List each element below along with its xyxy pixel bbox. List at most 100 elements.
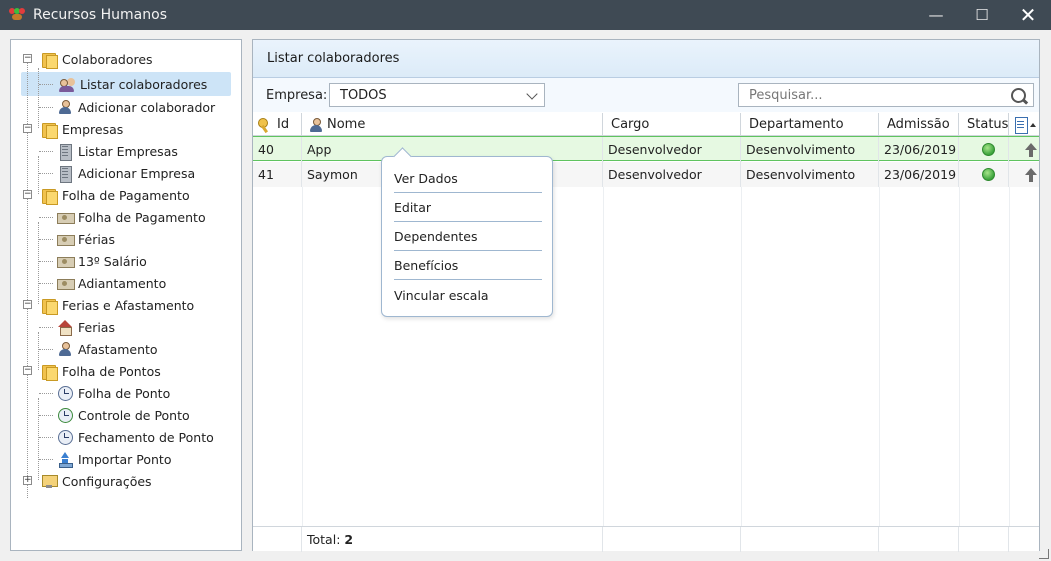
filter-toolbar: Empresa: TODOS (253, 78, 1039, 112)
folder-icon (41, 51, 58, 69)
cell-id: 40 (253, 137, 302, 162)
column-header-departamento[interactable]: Departamento (741, 113, 879, 136)
total-count: Total: 2 (302, 527, 603, 552)
empresa-select-value: TODOS (340, 87, 387, 103)
cell-id: 41 (253, 162, 302, 187)
resize-grip[interactable] (1039, 549, 1049, 559)
chevron-down-icon (526, 88, 538, 100)
tree-item-importar-ponto[interactable]: Importar Ponto (57, 448, 171, 470)
empresa-select[interactable]: TODOS (329, 83, 545, 107)
cell-cargo: Desenvolvedor (603, 162, 741, 187)
tree-item-fechamento-ponto[interactable]: Fechamento de Ponto (57, 426, 214, 448)
user-icon (57, 341, 73, 357)
tree-item-adicionar-colaborador[interactable]: Adicionar colaborador (57, 96, 215, 118)
column-header-id[interactable]: Id (253, 113, 302, 136)
tree-item-ferias-pagamento[interactable]: Férias (57, 228, 115, 250)
tree-item-listar-colaboradores[interactable]: Listar colaboradores (59, 73, 207, 95)
document-icon (1014, 116, 1030, 134)
tree-item-afastamento[interactable]: Afastamento (57, 338, 158, 360)
cell-departamento: Desenvolvimento (741, 137, 879, 162)
tree-item-ferias[interactable]: Ferias (57, 316, 115, 338)
column-header-cargo[interactable]: Cargo (603, 113, 741, 136)
money-icon (57, 231, 75, 247)
tree-group-folha-pagamento[interactable]: Folha de Pagamento (41, 184, 190, 206)
folder-icon (41, 297, 58, 315)
app-icon (9, 8, 25, 22)
table-row[interactable]: 40 App Desenvolvedor Desenvolvimento 23/… (253, 136, 1039, 162)
context-menu: Ver Dados Editar Dependentes Benefícios … (381, 156, 553, 317)
arrow-up-icon[interactable] (1024, 167, 1038, 182)
money-icon (57, 253, 75, 269)
cell-action (1009, 137, 1039, 162)
menu-item-vincular-escala[interactable]: Vincular escala (394, 281, 542, 309)
navigation-tree: − Colaboradores Listar colaboradores Adi… (10, 39, 242, 551)
collapse-ferias-afastamento-toggle[interactable]: − (23, 300, 32, 309)
import-icon (57, 451, 73, 468)
table-row[interactable]: 41 Saymon Desenvolvedor Desenvolvimento … (253, 162, 1039, 187)
cell-admissao: 23/06/2019 (879, 162, 959, 187)
main-panel: Listar colaboradores Empresa: TODOS Id N… (252, 39, 1040, 552)
building-add-icon (57, 165, 73, 183)
empresa-label: Empresa: (266, 88, 328, 103)
menu-item-editar[interactable]: Editar (394, 194, 542, 222)
cell-action (1009, 162, 1039, 187)
grid-footer: Total: 2 (253, 526, 1039, 552)
collapse-folha-pagamento-toggle[interactable]: − (23, 190, 32, 199)
cell-status (959, 137, 1009, 162)
cell-departamento: Desenvolvimento (741, 162, 879, 187)
folder-icon (41, 121, 58, 139)
collapse-colaboradores-toggle[interactable]: − (23, 54, 32, 63)
folder-icon (41, 363, 58, 381)
column-chooser-button[interactable] (1009, 113, 1039, 136)
collapse-folha-pontos-toggle[interactable]: − (23, 366, 32, 375)
clock-icon (57, 385, 73, 401)
user-icon (308, 117, 324, 133)
tree-item-adiantamento[interactable]: Adiantamento (57, 272, 166, 294)
expand-configuracoes-toggle[interactable]: + (23, 476, 32, 485)
tree-item-controle-ponto[interactable]: Controle de Ponto (57, 404, 190, 426)
status-active-icon (982, 168, 995, 181)
tree-group-ferias-afastamento[interactable]: Ferias e Afastamento (41, 294, 194, 316)
window-title: Recursos Humanos (33, 7, 167, 23)
panel-title: Listar colaboradores (253, 40, 1039, 78)
column-header-status[interactable]: Status (959, 113, 1009, 136)
close-button[interactable]: ✕ (1005, 0, 1051, 30)
tree-group-empresas[interactable]: Empresas (41, 118, 123, 140)
search-icon[interactable] (1010, 87, 1028, 105)
cell-admissao: 23/06/2019 (879, 137, 959, 162)
column-header-nome[interactable]: Nome (302, 113, 603, 136)
money-icon (57, 275, 75, 291)
employees-grid: Id Nome Cargo Departamento Admissão Stat… (253, 113, 1039, 552)
maximize-button[interactable]: ☐ (959, 0, 1005, 30)
folder-icon (41, 187, 58, 205)
clock-check-icon (57, 429, 73, 445)
search-input[interactable] (739, 84, 999, 106)
users-icon (59, 76, 75, 92)
tree-item-listar-empresas[interactable]: Listar Empresas (57, 140, 178, 162)
menu-item-ver-dados[interactable]: Ver Dados (394, 165, 542, 193)
menu-item-beneficios[interactable]: Benefícios (394, 252, 542, 280)
column-header-admissao[interactable]: Admissão (879, 113, 959, 136)
key-icon (257, 117, 273, 133)
money-icon (57, 209, 75, 225)
status-active-icon (982, 143, 995, 156)
search-box[interactable] (738, 83, 1034, 107)
minimize-button[interactable]: — (913, 0, 959, 30)
tree-item-adicionar-empresa[interactable]: Adicionar Empresa (57, 162, 195, 184)
cell-cargo: Desenvolvedor (603, 137, 741, 162)
house-icon (57, 319, 73, 336)
tree-group-colaboradores[interactable]: Colaboradores (41, 48, 153, 70)
tree-item-13-salario[interactable]: 13º Salário (57, 250, 147, 272)
tree-group-folha-pontos[interactable]: Folha de Pontos (41, 360, 161, 382)
tree-group-configuracoes[interactable]: Configurações (41, 470, 152, 492)
sort-up-icon (1030, 122, 1036, 127)
grid-header: Id Nome Cargo Departamento Admissão Stat… (253, 113, 1039, 136)
arrow-up-icon[interactable] (1024, 142, 1038, 157)
building-icon (57, 143, 73, 161)
tree-item-folha-ponto[interactable]: Folha de Ponto (57, 382, 170, 404)
menu-item-dependentes[interactable]: Dependentes (394, 223, 542, 251)
title-bar: Recursos Humanos — ☐ ✕ (0, 0, 1051, 30)
user-add-icon (57, 99, 73, 115)
tree-item-folha-pagamento[interactable]: Folha de Pagamento (57, 206, 206, 228)
collapse-empresas-toggle[interactable]: − (23, 124, 32, 133)
